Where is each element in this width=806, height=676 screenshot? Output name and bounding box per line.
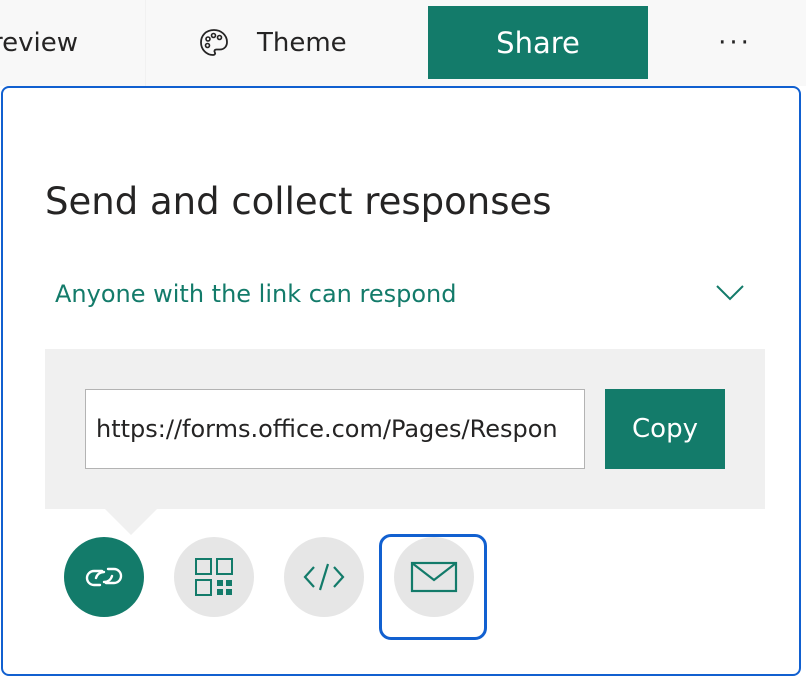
preview-label: review xyxy=(0,27,78,58)
toolbar-divider xyxy=(145,0,146,86)
permission-label: Anyone with the link can respond xyxy=(55,280,457,308)
more-options-button[interactable]: ··· xyxy=(700,6,770,79)
link-box: Copy xyxy=(45,349,765,535)
copy-button[interactable]: Copy xyxy=(605,389,725,469)
preview-button[interactable]: review xyxy=(0,6,137,79)
share-link-button[interactable] xyxy=(64,537,144,617)
share-panel: Send and collect responses Anyone with t… xyxy=(1,86,801,676)
share-email-button[interactable] xyxy=(394,537,474,617)
link-icon xyxy=(85,567,123,587)
chevron-down-icon xyxy=(716,285,744,301)
email-icon xyxy=(410,561,458,593)
ellipsis-icon: ··· xyxy=(718,27,752,58)
link-box-pointer xyxy=(105,509,157,535)
panel-title: Send and collect responses xyxy=(45,180,552,223)
permission-dropdown[interactable]: Anyone with the link can respond xyxy=(55,280,745,316)
theme-label: Theme xyxy=(257,27,347,58)
embed-code-icon xyxy=(303,563,345,591)
share-url-input[interactable] xyxy=(85,389,585,469)
share-button[interactable]: Share xyxy=(428,6,648,79)
palette-icon xyxy=(200,28,228,56)
share-label: Share xyxy=(496,25,580,60)
share-qr-button[interactable] xyxy=(174,537,254,617)
theme-button[interactable]: Theme xyxy=(198,6,398,79)
qr-code-icon xyxy=(195,558,233,596)
share-embed-button[interactable] xyxy=(284,537,364,617)
top-toolbar: review Theme Share ··· xyxy=(0,0,806,86)
